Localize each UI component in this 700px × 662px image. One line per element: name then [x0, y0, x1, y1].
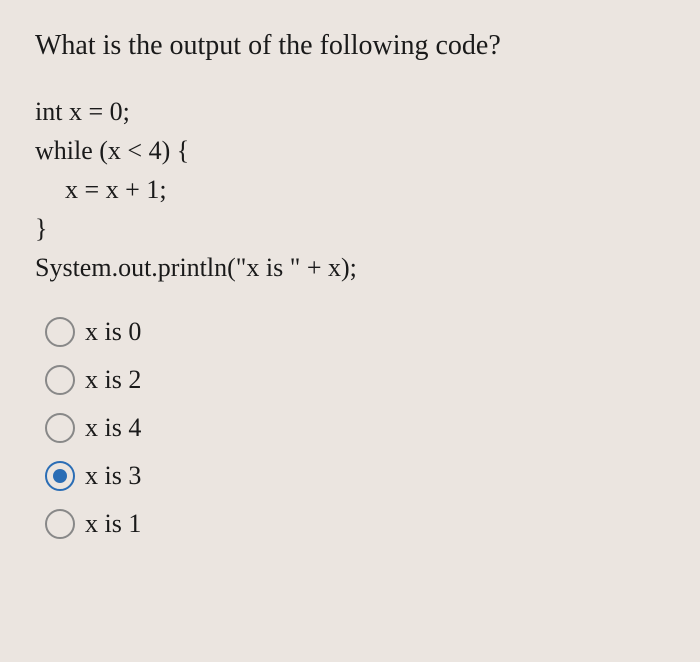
option-label: x is 2 [85, 365, 141, 395]
option-label: x is 3 [85, 461, 141, 491]
code-line-3: x = x + 1; [35, 170, 665, 209]
option-label: x is 0 [85, 317, 141, 347]
option-label: x is 1 [85, 509, 141, 539]
options-group: x is 0 x is 2 x is 4 x is 3 x is 1 [35, 317, 665, 539]
radio-icon [45, 509, 75, 539]
radio-icon-selected [45, 461, 75, 491]
code-line-2: while (x < 4) { [35, 131, 665, 170]
code-line-5: System.out.println("x is " + x); [35, 248, 665, 287]
radio-icon [45, 317, 75, 347]
code-block: int x = 0; while (x < 4) { x = x + 1; } … [35, 92, 665, 287]
option-0[interactable]: x is 0 [45, 317, 665, 347]
code-line-4: } [35, 209, 665, 248]
option-1[interactable]: x is 2 [45, 365, 665, 395]
radio-icon [45, 365, 75, 395]
option-3[interactable]: x is 3 [45, 461, 665, 491]
question-title: What is the output of the following code… [35, 30, 665, 62]
option-label: x is 4 [85, 413, 141, 443]
code-line-1: int x = 0; [35, 92, 665, 131]
radio-icon [45, 413, 75, 443]
option-2[interactable]: x is 4 [45, 413, 665, 443]
option-4[interactable]: x is 1 [45, 509, 665, 539]
